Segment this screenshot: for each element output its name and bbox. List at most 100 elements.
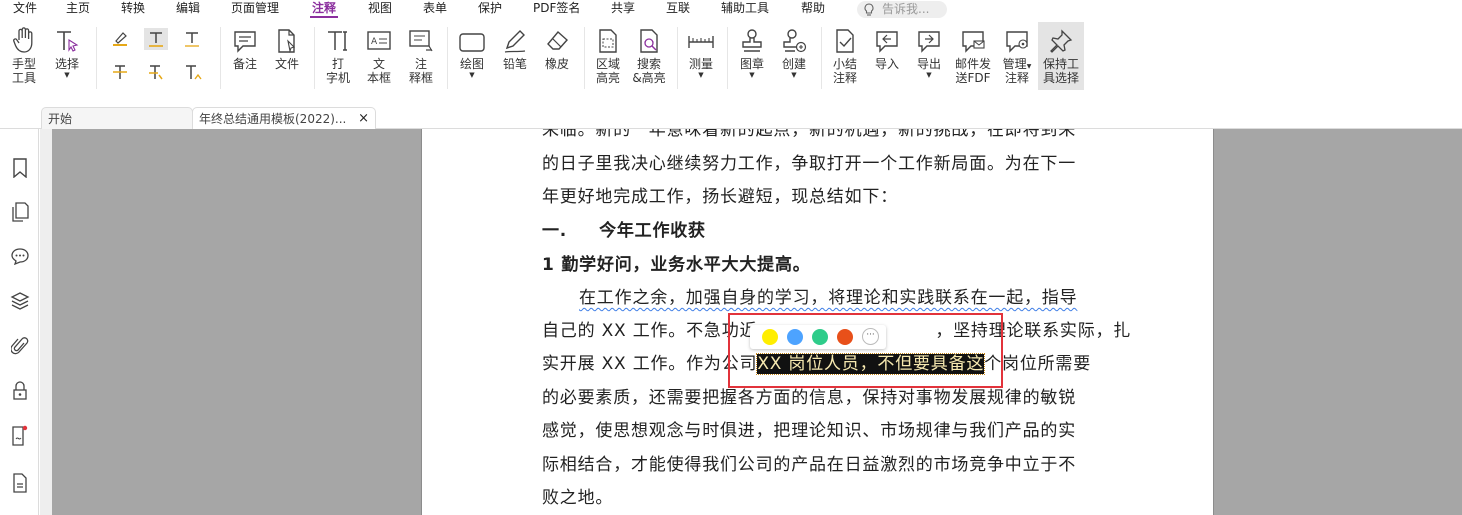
menu-home[interactable]: 主页 (66, 1, 90, 18)
textbox-button[interactable]: A 文本框 (363, 24, 395, 85)
divider (96, 27, 97, 89)
tab-document[interactable]: 年终总结通用模板(2022)... × (192, 107, 376, 130)
chevron-down-icon[interactable]: ▼ (684, 71, 718, 79)
chevron-down-icon[interactable]: ▼ (777, 71, 811, 79)
panel-gutter (40, 129, 52, 515)
layers-icon[interactable] (10, 290, 30, 312)
stamp-label: 图章 (739, 57, 764, 71)
hand-tool-label-2: 工具 (11, 71, 36, 85)
email-fdf-button[interactable]: 邮件发 送FDF (952, 24, 994, 85)
squiggly-text-button[interactable] (180, 28, 204, 50)
measure-button[interactable]: 测量 ▼ (684, 24, 718, 79)
summarize-comments-button[interactable]: 小结 注释 (828, 24, 862, 85)
menu-file[interactable]: 文件 (13, 1, 37, 18)
tell-me-search[interactable]: 告诉我... (857, 1, 947, 18)
drawing-button[interactable]: 绘图 ▼ (455, 24, 489, 79)
chevron-down-icon[interactable]: ▼ (455, 71, 489, 79)
body-text-line: 的日子里我决心继续努力工作，争取打开一个工作新局面。为在下一 (542, 154, 1076, 174)
select-tool-button[interactable]: 选择 ▼ (50, 24, 84, 79)
left-sidebar (0, 129, 39, 515)
stamp-button[interactable]: 图章 ▼ (735, 24, 769, 79)
keep-tool-selected-button[interactable]: 保持工 具选择 (1038, 22, 1084, 90)
body-text-line: 来临。新的一年意味着新的起点，新的机遇，新的挑战，在即将到来 (542, 129, 1076, 140)
text-segment: 自己的 XX 工作。不急功近 (542, 321, 758, 341)
note-button[interactable]: 备注 (228, 24, 262, 71)
email-comment-icon (962, 31, 985, 53)
tab-start[interactable]: 开始 (41, 107, 193, 129)
pencil-label: 铅笔 (502, 57, 527, 71)
manage-label-2: 注释 (1004, 71, 1029, 85)
strikeout-button[interactable] (108, 61, 132, 83)
measure-label: 测量 (688, 57, 713, 71)
insert-text-button[interactable] (180, 61, 204, 83)
manage-comments-button[interactable]: 管理▼ 注释 (999, 24, 1035, 85)
menu-pdf-sign[interactable]: PDF签名 (533, 1, 580, 18)
close-icon[interactable]: × (358, 108, 369, 130)
pages-thumbnail-icon[interactable] (10, 201, 30, 223)
divider (220, 27, 221, 89)
menu-protect[interactable]: 保护 (478, 1, 502, 18)
attach-file-button[interactable]: 文件 (270, 24, 304, 71)
security-lock-icon[interactable] (10, 380, 30, 402)
text-squiggly-icon (185, 32, 199, 47)
text-strikeout-icon (113, 65, 127, 79)
bookmark-icon[interactable] (10, 157, 30, 179)
export-button[interactable]: 导出 ▼ (912, 24, 946, 79)
menu-comment[interactable]: 注释 (309, 1, 339, 18)
heading-level-2: 1 勤学好问，业务水平大大提高。 (542, 255, 811, 275)
area-highlight-label-1: 区域 (595, 57, 620, 71)
replace-text-button[interactable] (144, 61, 168, 83)
menu-connect[interactable]: 互联 (666, 1, 690, 18)
pencil-button[interactable]: 铅笔 (498, 24, 532, 71)
area-highlight-button[interactable]: 区域 高亮 (591, 24, 625, 85)
email-label-1: 邮件发 (954, 57, 991, 71)
body-text-line: 际相结合，才能使得我们公司的产品在日益激烈的市场竞争中立于不 (542, 455, 1076, 475)
stamp-icon (742, 29, 762, 52)
underline-text-button[interactable] (144, 28, 168, 50)
text-replace-icon (149, 65, 163, 80)
typewriter-icon (328, 31, 347, 51)
menu-edit[interactable]: 编辑 (176, 1, 200, 18)
menu-page-management[interactable]: 页面管理 (231, 1, 279, 18)
divider (584, 27, 585, 89)
menu-form[interactable]: 表单 (423, 1, 447, 18)
create-stamp-button[interactable]: 创建 ▼ (777, 24, 811, 79)
hand-tool-button[interactable]: 手型 工具 (6, 24, 42, 85)
attachment-icon[interactable] (10, 335, 30, 357)
import-button[interactable]: 导入 (870, 24, 904, 71)
document-tab-bar: 开始 年终总结通用模板(2022)... × (0, 107, 1462, 130)
import-icon (876, 31, 898, 53)
menu-convert[interactable]: 转换 (121, 1, 145, 18)
chevron-down-icon[interactable]: ▼ (50, 71, 84, 79)
eraser-button[interactable]: 橡皮 (540, 24, 574, 71)
document-properties-icon[interactable] (10, 472, 30, 494)
tell-me-placeholder: 告诉我... (882, 2, 930, 16)
menu-share[interactable]: 共享 (611, 1, 635, 18)
highlight-button[interactable] (108, 28, 132, 50)
summarize-label-2: 注释 (832, 71, 857, 85)
callout-icon (409, 30, 433, 52)
create-stamp-icon (783, 29, 807, 53)
comments-panel-icon[interactable] (10, 245, 30, 267)
menu-help[interactable]: 帮助 (801, 1, 825, 18)
heading-level-1: 一. 今年工作收获 (542, 220, 706, 242)
textbox-label-1: 文 (372, 57, 385, 71)
signature-icon[interactable] (10, 425, 30, 447)
chevron-down-icon[interactable]: ▼ (912, 71, 946, 79)
squiggly-annotated-text[interactable]: 在工作之余，加强自身的学习，将理论和实践联系在一起，指导 (579, 288, 1077, 308)
text-segment: 实开展 XX 工作。作为公司 (542, 354, 758, 374)
body-text-line-squiggly: 在工作之余，加强自身的学习，将理论和实践联系在一起，指导 (579, 287, 1077, 309)
search-highlight-button[interactable]: 搜索 &高亮 (630, 24, 668, 85)
text-insert-icon (186, 65, 202, 80)
chevron-down-icon[interactable]: ▼ (735, 71, 769, 79)
menu-accessibility[interactable]: 辅助工具 (721, 1, 769, 18)
chevron-down-icon[interactable]: ▼ (1027, 63, 1032, 70)
menu-view[interactable]: 视图 (368, 1, 392, 18)
heading-text: 今年工作收获 (599, 221, 706, 241)
pin-icon (1050, 29, 1073, 53)
callout-highlight-frame (728, 313, 1003, 388)
hand-tool-label-1: 手型 (11, 57, 36, 71)
typewriter-button[interactable]: 打字机 (322, 24, 354, 85)
divider (727, 27, 728, 89)
callout-button[interactable]: 注释框 (404, 24, 438, 85)
